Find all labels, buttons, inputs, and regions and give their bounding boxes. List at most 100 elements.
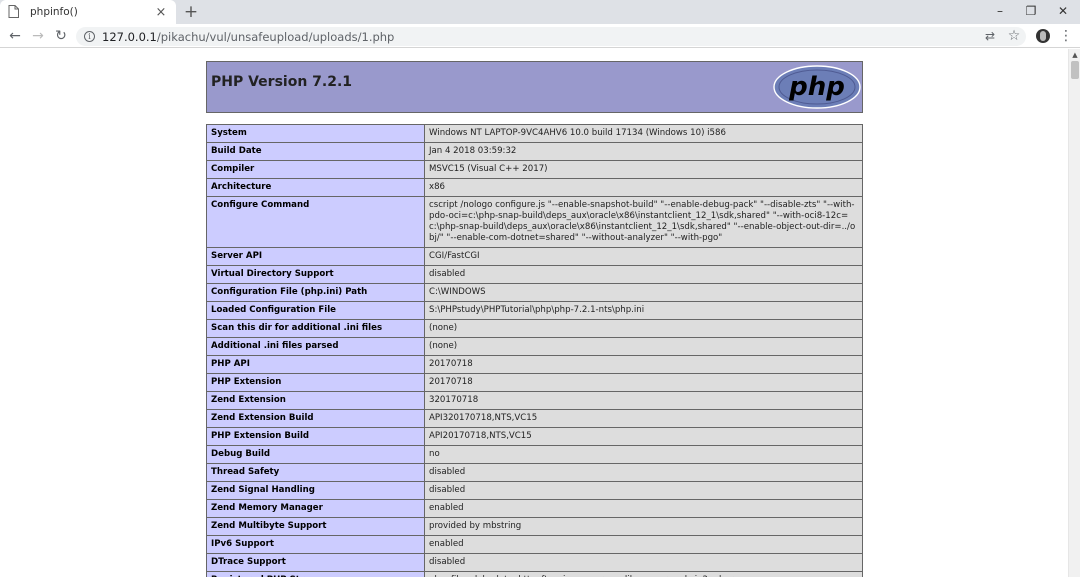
table-row: PHP Extension 20170718 (206, 373, 863, 392)
row-key: Zend Extension (206, 391, 425, 410)
page-title: PHP Version 7.2.1 (211, 74, 353, 90)
row-value: php, file, glob, data, http, ftp, zip, c… (424, 571, 863, 577)
row-value: enabled (424, 535, 863, 554)
table-row: IPv6 Support enabled (206, 535, 863, 554)
row-value: no (424, 445, 863, 464)
row-value: S:\PHPstudy\PHPTutorial\php\php-7.2.1-nt… (424, 301, 863, 320)
row-key: System (206, 124, 425, 143)
bookmark-star-icon[interactable]: ☆ (1006, 28, 1022, 44)
table-row: PHP Extension Build API20170718,NTS,VC15 (206, 427, 863, 446)
window-close-button[interactable]: ✕ (1046, 0, 1080, 24)
row-key: PHP Extension Build (206, 427, 425, 446)
table-row: Compiler MSVC15 (Visual C++ 2017) (206, 160, 863, 179)
table-row: Registered PHP Streamsphp, file, glob, d… (206, 571, 863, 577)
back-button[interactable]: ← (5, 26, 25, 46)
row-value: Windows NT LAPTOP-9VC4AHV6 10.0 build 17… (424, 124, 863, 143)
address-bar[interactable]: i 127.0.0.1/pikachu/vul/unsafeupload/upl… (76, 27, 1026, 46)
table-row: Zend Multibyte Support provided by mbstri… (206, 517, 863, 536)
row-value: MSVC15 (Visual C++ 2017) (424, 160, 863, 179)
row-value: C:\WINDOWS (424, 283, 863, 302)
table-row: Configure Command cscript /nologo configu… (206, 196, 863, 248)
row-value: (none) (424, 319, 863, 338)
reload-button[interactable]: ↻ (51, 26, 71, 46)
php-info-table: System Windows NT LAPTOP-9VC4AHV6 10.0 bu… (206, 124, 863, 577)
row-value: cscript /nologo configure.js "--enable-s… (424, 196, 863, 248)
table-row: System Windows NT LAPTOP-9VC4AHV6 10.0 bu… (206, 124, 863, 143)
row-value: (none) (424, 337, 863, 356)
browser-menu-icon[interactable]: ⋮ (1058, 28, 1074, 44)
row-value: 320170718 (424, 391, 863, 410)
page-icon (8, 5, 20, 19)
table-row: Thread Safety disabled (206, 463, 863, 482)
row-key: Configure Command (206, 196, 425, 248)
table-row: Virtual Directory Support disabled (206, 265, 863, 284)
tab-close-icon[interactable]: × (154, 6, 168, 19)
row-key: Thread Safety (206, 463, 425, 482)
new-tab-button[interactable]: + (181, 2, 201, 22)
table-row: Architecture x86 (206, 178, 863, 197)
row-value: disabled (424, 463, 863, 482)
scroll-up-icon[interactable]: ▲ (1069, 49, 1080, 61)
table-row: Zend Extension Build API320170718,NTS,VC1… (206, 409, 863, 428)
minimize-button[interactable]: – (983, 0, 1017, 24)
row-key: Server API (206, 247, 425, 266)
table-row: Zend Extension 320170718 (206, 391, 863, 410)
row-key: IPv6 Support (206, 535, 425, 554)
php-logo-text: php (788, 72, 845, 102)
row-key: Compiler (206, 160, 425, 179)
row-key: Configuration File (php.ini) Path (206, 283, 425, 302)
restore-button[interactable]: ❐ (1014, 0, 1048, 24)
table-row: Zend Memory Manager enabled (206, 499, 863, 518)
row-value: API20170718,NTS,VC15 (424, 427, 863, 446)
table-row: DTrace Support disabled (206, 553, 863, 572)
profile-avatar[interactable] (1036, 29, 1050, 43)
page-scrollbar[interactable]: ▲ (1068, 49, 1080, 577)
row-value: API320170718,NTS,VC15 (424, 409, 863, 428)
row-key: Zend Multibyte Support (206, 517, 425, 536)
page-viewport: PHP Version 7.2.1 php System Windows NT L… (0, 49, 1068, 577)
forward-button[interactable]: → (28, 26, 48, 46)
row-key: PHP Extension (206, 373, 425, 392)
address-url: 127.0.0.1/pikachu/vul/unsafeupload/uploa… (102, 30, 394, 44)
row-key: Debug Build (206, 445, 425, 464)
row-key: Zend Signal Handling (206, 481, 425, 500)
table-row: Additional .ini files parsed (none) (206, 337, 863, 356)
row-key: DTrace Support (206, 553, 425, 572)
scrollbar-thumb[interactable] (1071, 61, 1079, 79)
url-host: 127.0.0.1 (102, 29, 157, 44)
row-value: Jan 4 2018 03:59:32 (424, 142, 863, 161)
row-value: disabled (424, 553, 863, 572)
row-key: Loaded Configuration File (206, 301, 425, 320)
table-row: Configuration File (php.ini) Path C:\WIND… (206, 283, 863, 302)
row-key: Zend Extension Build (206, 409, 425, 428)
row-value: disabled (424, 481, 863, 500)
table-row: Build Date Jan 4 2018 03:59:32 (206, 142, 863, 161)
row-value: 20170718 (424, 373, 863, 392)
site-info-icon[interactable]: i (84, 31, 95, 42)
table-row: Scan this dir for additional .ini files(… (206, 319, 863, 338)
browser-toolbar: ← → ↻ i 127.0.0.1/pikachu/vul/unsafeuplo… (0, 24, 1080, 48)
tab-strip: phpinfo() × + – ❐ ✕ (0, 0, 1080, 24)
table-row: Server API CGI/FastCGI (206, 247, 863, 266)
row-value: x86 (424, 178, 863, 197)
row-value: provided by mbstring (424, 517, 863, 536)
table-row: PHP API 20170718 (206, 355, 863, 374)
row-key: Build Date (206, 142, 425, 161)
row-key: Architecture (206, 178, 425, 197)
row-key: Zend Memory Manager (206, 499, 425, 518)
table-row: Debug Build no (206, 445, 863, 464)
table-row: Loaded Configuration File S:\PHPstudy\PHP… (206, 301, 863, 320)
row-value: enabled (424, 499, 863, 518)
row-value: CGI/FastCGI (424, 247, 863, 266)
row-key: PHP API (206, 355, 425, 374)
row-key: Scan this dir for additional .ini files (206, 319, 425, 338)
url-path: /pikachu/vul/unsafeupload/uploads/1.php (156, 29, 395, 44)
table-row: Zend Signal Handling disabled (206, 481, 863, 500)
row-key: Virtual Directory Support (206, 265, 425, 284)
row-key: Additional .ini files parsed (206, 337, 425, 356)
php-logo[interactable]: php (773, 65, 861, 109)
tab-title: phpinfo() (30, 6, 78, 18)
row-value: disabled (424, 265, 863, 284)
translate-icon[interactable]: ⇄ (982, 28, 998, 44)
tab-phpinfo[interactable]: phpinfo() × (0, 0, 176, 24)
